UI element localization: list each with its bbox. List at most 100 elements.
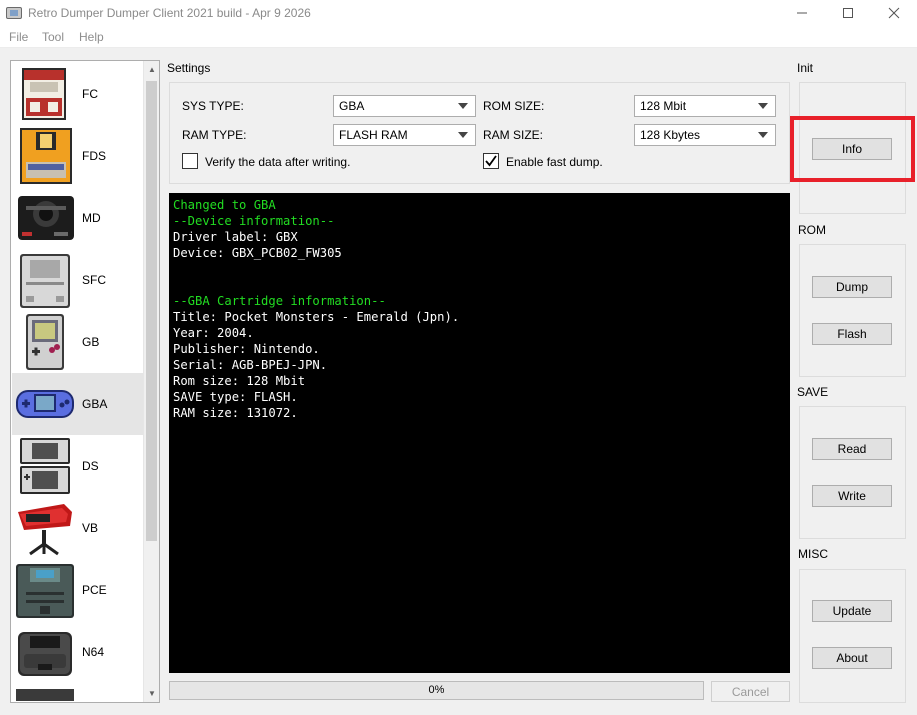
console-item-gba[interactable]: GBA [12, 373, 143, 435]
rom-panel [799, 244, 906, 377]
verify-checkbox[interactable] [182, 153, 198, 169]
progress-label: 0% [428, 684, 445, 696]
console-item-n64[interactable]: N64 [12, 621, 143, 683]
scroll-thumb[interactable] [146, 81, 157, 541]
triangle-up-icon: ▲ [148, 65, 156, 74]
log-line: Driver label: GBX [173, 230, 298, 244]
rom-size-label: ROM SIZE: [483, 99, 545, 113]
log-line: Title: Pocket Monsters - Emerald (Jpn). [173, 310, 460, 324]
console-item-md[interactable]: MD [12, 187, 143, 249]
console-label: VB [82, 521, 99, 535]
famicom-icon [22, 68, 66, 120]
read-button[interactable]: Read [812, 438, 892, 460]
chevron-down-icon [758, 103, 768, 109]
title-bar: Retro Dumper Dumper Client 2021 build - … [0, 0, 917, 26]
window-title: Retro Dumper Dumper Client 2021 build - … [28, 6, 311, 20]
console-list[interactable]: FC FDS MD SFC GB GBA DS VB PCE N64 ▲ ▼ [10, 60, 160, 703]
console-label: GB [82, 335, 100, 349]
ram-type-value: FLASH RAM [339, 128, 408, 142]
maximize-button[interactable] [825, 0, 871, 26]
triangle-down-icon: ▼ [148, 689, 156, 698]
chevron-down-icon [458, 132, 468, 138]
update-button[interactable]: Update [812, 600, 892, 622]
menu-tool[interactable]: Tool [42, 30, 64, 44]
nintendo-64-icon [18, 632, 72, 676]
console-label: PCE [82, 583, 107, 597]
console-item-pce[interactable]: PCE [12, 559, 143, 621]
cancel-button[interactable]: Cancel [711, 681, 790, 702]
console-label: FC [82, 87, 98, 101]
game-boy-advance-icon [16, 390, 74, 418]
rom-title: ROM [798, 223, 826, 237]
menu-file[interactable]: File [9, 30, 28, 44]
about-button[interactable]: About [812, 647, 892, 669]
sys-type-label: SYS TYPE: [182, 99, 244, 113]
save-title: SAVE [797, 385, 829, 399]
log-line: --GBA Cartridge information-- [173, 294, 386, 308]
console-item-fds[interactable]: FDS [12, 125, 143, 187]
menu-help[interactable]: Help [79, 30, 104, 44]
minimize-icon [797, 12, 807, 14]
famicom-disk-icon [20, 128, 72, 184]
scroll-up-button[interactable]: ▲ [144, 61, 159, 78]
log-line: Device: GBX_PCB02_FW305 [173, 246, 342, 260]
partial-console-icon [16, 689, 74, 701]
console-item-vb[interactable]: VB [12, 497, 143, 559]
ram-type-label: RAM TYPE: [182, 128, 247, 142]
sys-type-select[interactable]: GBA [333, 95, 476, 117]
misc-title: MISC [798, 547, 828, 561]
console-item-sfc[interactable]: SFC [12, 249, 143, 311]
nintendo-ds-icon [20, 438, 70, 494]
console-label: GBA [82, 397, 108, 411]
close-button[interactable] [871, 0, 917, 26]
console-item-ds[interactable]: DS [12, 435, 143, 497]
ram-type-select[interactable]: FLASH RAM [333, 124, 476, 146]
menu-bar: File Tool Help [0, 26, 917, 48]
log-line: RAM size: 131072. [173, 406, 298, 420]
console-list-scrollbar[interactable]: ▲ ▼ [143, 61, 159, 702]
init-title: Init [797, 61, 814, 75]
ram-size-value: 128 Kbytes [640, 128, 701, 142]
log-line: Year: 2004. [173, 326, 254, 340]
flash-button[interactable]: Flash [812, 323, 892, 345]
app-icon [6, 7, 22, 19]
write-button[interactable]: Write [812, 485, 892, 507]
mega-drive-icon [18, 196, 74, 240]
maximize-icon [843, 8, 853, 18]
log-line: SAVE type: FLASH. [173, 390, 298, 404]
save-panel [799, 406, 906, 539]
fast-dump-label: Enable fast dump. [506, 155, 603, 169]
highlight-box [790, 116, 915, 182]
console-label: SFC [82, 273, 106, 287]
log-output[interactable]: Changed to GBA --Device information-- Driv… [169, 193, 790, 673]
pc-engine-icon [16, 564, 74, 618]
settings-title: Settings [167, 61, 211, 75]
fast-dump-checkbox[interactable] [483, 153, 499, 169]
console-label: DS [82, 459, 99, 473]
misc-panel [799, 569, 906, 703]
scroll-down-button[interactable]: ▼ [144, 685, 159, 702]
log-line: Rom size: 128 Mbit [173, 374, 306, 388]
log-line: Serial: AGB-BPEJ-JPN. [173, 358, 328, 372]
dump-button[interactable]: Dump [812, 276, 892, 298]
close-icon [888, 7, 900, 19]
chevron-down-icon [758, 132, 768, 138]
console-label: N64 [82, 645, 105, 659]
minimize-button[interactable] [779, 0, 825, 26]
chevron-down-icon [458, 103, 468, 109]
virtual-boy-icon [18, 504, 72, 556]
rom-size-select[interactable]: 128 Mbit [634, 95, 776, 117]
super-famicom-icon [20, 254, 70, 308]
verify-label: Verify the data after writing. [205, 155, 351, 169]
sys-type-value: GBA [339, 99, 365, 113]
ram-size-select[interactable]: 128 Kbytes [634, 124, 776, 146]
log-line: Changed to GBA [173, 198, 276, 212]
console-label: FDS [82, 149, 106, 163]
console-item-gb[interactable]: GB [12, 311, 143, 373]
checkmark-icon [485, 155, 497, 167]
rom-size-value: 128 Mbit [640, 99, 687, 113]
progress-bar: 0% [169, 681, 704, 700]
console-item-fc[interactable]: FC [12, 63, 143, 125]
log-line: --Device information-- [173, 214, 335, 228]
